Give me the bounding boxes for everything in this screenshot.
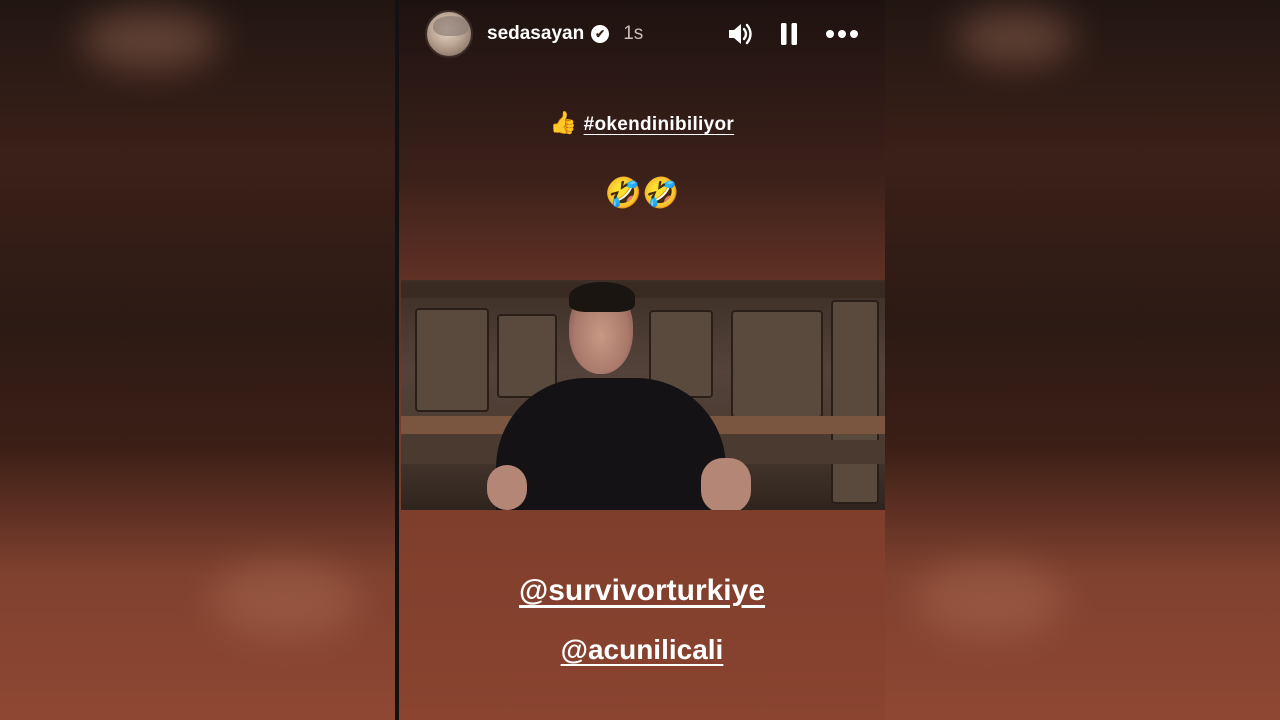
story-viewer: sedasayan ✔ 1s 👍 #okendinibiliyor 🤣🤣 @su… (0, 0, 1280, 720)
person-body (496, 378, 726, 510)
username-link[interactable]: sedasayan (487, 23, 584, 45)
story-header: sedasayan ✔ 1s (425, 8, 859, 60)
person-arm (487, 465, 527, 510)
blurred-background-right[interactable] (885, 0, 1280, 720)
thumbs-up-emoji: 👍 (549, 110, 578, 135)
speaker-icon[interactable] (727, 22, 753, 46)
pause-icon[interactable] (779, 22, 799, 46)
story-panel[interactable]: sedasayan ✔ 1s 👍 #okendinibiliyor 🤣🤣 @su… (399, 0, 885, 720)
blurred-background-left[interactable] (0, 0, 395, 720)
mention-link[interactable]: @survivorturkiye (399, 574, 885, 608)
person-hair (569, 282, 635, 312)
story-controls (727, 22, 859, 46)
person-arm (701, 458, 751, 510)
hashtag-link[interactable]: #okendinibiliyor (584, 114, 735, 135)
verified-badge-icon: ✔ (591, 25, 610, 43)
laughing-emojis: 🤣🤣 (604, 177, 680, 210)
story-caption: 👍 #okendinibiliyor (399, 110, 885, 136)
more-icon[interactable] (825, 29, 859, 39)
mention-link[interactable]: @acunilicali (399, 634, 885, 666)
avatar[interactable] (425, 10, 473, 58)
story-timestamp: 1s (623, 23, 644, 44)
video-clip[interactable] (401, 280, 885, 510)
